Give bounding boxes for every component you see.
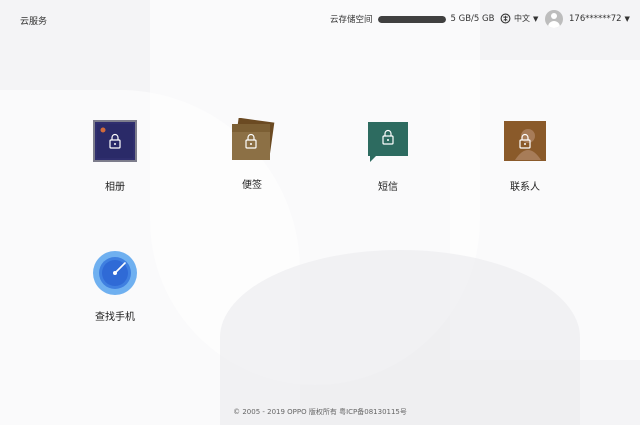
app-sms[interactable]: 短信 — [338, 120, 438, 193]
username: 176******72 — [569, 14, 622, 24]
footer: © 2005 - 2019 OPPO 版权所有 粤ICP备08130115号 — [0, 407, 640, 417]
avatar — [545, 10, 563, 28]
storage-progress-bar — [377, 15, 446, 23]
storage-progress-fill — [377, 15, 446, 23]
photo-album-icon — [93, 120, 137, 162]
notes-icon — [232, 117, 275, 160]
contacts-icon — [504, 121, 546, 161]
user-menu[interactable]: 176******72 ▼ — [545, 10, 630, 28]
app-label: 查找手机 — [95, 312, 135, 323]
chevron-down-icon: ▼ — [624, 15, 630, 23]
copyright-text: © 2005 - 2019 OPPO 版权所有 粤ICP备08130115号 — [233, 408, 407, 416]
app-photos[interactable]: 相册 — [65, 120, 165, 193]
app-label: 联系人 — [510, 182, 540, 193]
chevron-down-icon: ▼ — [533, 14, 539, 23]
find-phone-icon — [93, 251, 137, 295]
storage-label: 云存储空间 — [330, 15, 373, 25]
top-bar: 云服务 云存储空间 5 GB/5 GB 中文 ▼ 176******72 ▼ — [0, 0, 640, 40]
language-icon — [500, 13, 511, 24]
app-contacts[interactable]: 联系人 — [475, 120, 575, 193]
storage-indicator: 云存储空间 5 GB/5 GB — [330, 13, 494, 25]
storage-value: 5 GB/5 GB — [450, 14, 495, 24]
language-selector[interactable]: 中文 ▼ — [500, 13, 538, 24]
background-shape — [220, 250, 580, 425]
app-label: 短信 — [378, 182, 398, 193]
app-label: 相册 — [105, 182, 125, 193]
brand-title: 云服务 — [20, 17, 48, 27]
language-label: 中文 — [514, 14, 530, 23]
app-label: 便签 — [242, 180, 262, 191]
app-find-phone[interactable]: 查找手机 — [65, 250, 165, 323]
sms-icon — [368, 122, 408, 162]
app-notes[interactable]: 便签 — [202, 117, 302, 191]
